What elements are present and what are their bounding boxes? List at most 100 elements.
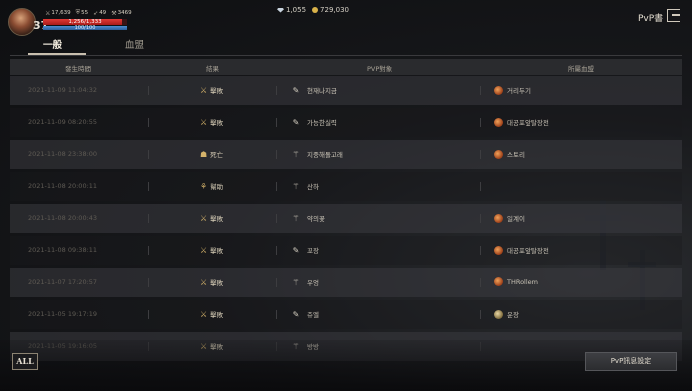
row-guild-name: 운장 [507, 311, 519, 319]
row-target-name: 현재나지금 [307, 87, 337, 95]
tab-general[interactable]: 一般 [43, 37, 62, 51]
row-time: 2021-11-09 11:04:32 [28, 86, 98, 94]
row-target[interactable]: ✎ 꼬장 [291, 245, 319, 256]
row-target[interactable]: ✎ 가능한실력 [291, 117, 337, 128]
row-guild[interactable]: 대공포앞탈장전 [494, 245, 549, 255]
row-target[interactable]: ✎ 쥬엘 [291, 309, 319, 320]
bow-icon: ⚚ [292, 181, 300, 191]
column-separator [148, 278, 149, 287]
diamond-counter: 1,055 [277, 6, 306, 14]
swords-icon: ⚔ [200, 213, 208, 223]
row-target[interactable]: ⚚ 우엉 [291, 277, 319, 288]
bow-icon: ⚚ [292, 149, 300, 159]
bow-icon: ⚚ [292, 213, 300, 223]
tab-blood-alliance[interactable]: 血盟 [125, 37, 144, 51]
column-separator [148, 246, 149, 255]
guild-emblem-icon [494, 117, 503, 127]
row-guild-name: 대공포앞탈장전 [507, 247, 549, 255]
row-time: 2021-11-07 17:20:57 [28, 278, 98, 286]
skull-icon: ☗ [200, 149, 208, 159]
column-separator [480, 150, 481, 159]
row-guild[interactable]: 대공포앞탈장전 [494, 117, 549, 127]
diamond-icon [277, 7, 284, 13]
stat-item: ➶ 49 [93, 9, 106, 17]
column-separator [480, 278, 481, 287]
row-time: 2021-11-09 08:20:55 [28, 118, 98, 126]
mp-text: 100/100 [74, 25, 96, 31]
row-result: ⚔擊敗 [200, 309, 224, 320]
header-target: PVP對象 [367, 65, 393, 73]
table-row[interactable]: 2021-11-08 09:38:11 ⚔ 擊敗 ✎ 꼬장 대공포앞탈장전 [10, 236, 682, 265]
column-separator [480, 310, 481, 319]
stat-item: ⚒ 3469 [111, 9, 131, 17]
guild-emblem-icon [494, 245, 503, 255]
dagger-icon: ✎ [292, 245, 300, 255]
header-guild: 所屬血盟 [568, 65, 594, 73]
table-row[interactable]: 2021-11-09 11:04:32 ⚔ 擊敗 ✎ 현재나지금 거리두기 [10, 76, 682, 105]
bow-icon: ⚚ [292, 277, 300, 287]
guild-emblem-icon [494, 149, 503, 159]
row-guild-name: THRollem [507, 277, 539, 286]
row-target[interactable]: ✎ 현재나지금 [291, 85, 337, 96]
stat-item: ⚔ 17,639 [45, 9, 71, 17]
column-separator [276, 118, 277, 127]
row-time: 2021-11-05 19:17:19 [28, 310, 98, 318]
moon-emblem-icon [494, 309, 503, 319]
table-row[interactable]: 2021-11-05 19:17:19 ⚔ 擊敗 ✎ 쥬엘 운장 [10, 300, 682, 329]
column-separator [480, 246, 481, 255]
row-target-name: 꼬장 [307, 247, 319, 255]
row-result-label: 擊敗 [210, 215, 224, 223]
row-target[interactable]: ⚚ 지중해돌고래 [291, 149, 343, 160]
row-guild[interactable]: THRollem [494, 277, 538, 286]
column-separator [148, 118, 149, 127]
row-guild-name: 대공포앞탈장전 [507, 119, 549, 127]
row-target-name: 약의꽃 [307, 215, 325, 223]
table-row[interactable]: 2021-11-08 23:38:00 ☗ 死亡 ⚚ 지중해돌고래 스토리 [10, 140, 682, 169]
swords-icon: ⚔ [200, 309, 208, 319]
table-row[interactable]: 2021-11-07 17:20:57 ⚔ 擊敗 ⚚ 우엉 THRollem [10, 268, 682, 297]
row-guild[interactable]: 스토리 [494, 149, 525, 159]
exit-icon[interactable] [667, 9, 680, 22]
power-icon: ⚒ [111, 9, 117, 17]
column-separator [276, 246, 277, 255]
column-separator [480, 214, 481, 223]
row-result: ⚔擊敗 [200, 117, 223, 128]
row-guild[interactable]: 일계이 [494, 213, 525, 223]
stat-value: 49 [99, 10, 107, 16]
table-row[interactable]: 2021-11-09 08:20:55 ⚔ 擊敗 ✎ 가능한실력 대공포앞탈장전 [10, 108, 682, 137]
player-avatar[interactable] [8, 8, 36, 36]
diamond-amount: 1,055 [286, 6, 307, 14]
row-result: ⚔擊敗 [200, 85, 223, 96]
row-time: 2021-11-08 09:38:11 [28, 246, 98, 254]
column-separator [480, 86, 481, 95]
row-target-name: 우엉 [307, 279, 319, 287]
row-target-name: 쥬엘 [307, 311, 319, 319]
row-target-name: 지중해돌고래 [307, 151, 343, 159]
gold-coin-icon [312, 7, 319, 13]
column-separator [148, 214, 149, 223]
stat-item: ⛨ 55 [76, 9, 89, 17]
row-target[interactable]: ⚚ 산하 [291, 181, 319, 192]
row-target-name: 산하 [307, 183, 319, 191]
row-result-label: 擊敗 [210, 247, 224, 255]
column-separator [480, 118, 481, 127]
tab-divider [10, 55, 682, 56]
defense-icon: ⛨ [75, 9, 81, 16]
all-filter-button[interactable]: ALL [12, 353, 38, 370]
dagger-icon: ✎ [292, 85, 300, 95]
swords-icon: ⚔ [200, 277, 208, 287]
row-result-label: 擊敗 [210, 311, 224, 319]
row-time: 2021-11-08 20:00:43 [28, 214, 98, 222]
row-guild[interactable]: 운장 [494, 309, 519, 319]
table-row[interactable]: 2021-11-08 20:00:43 ⚔ 擊敗 ⚚ 약의꽃 일계이 [10, 204, 682, 233]
hit-icon: ➶ [93, 9, 99, 17]
table-row[interactable]: 2021-11-08 20:00:11 ⚘ 幫助 ⚚ 산하 [10, 172, 682, 201]
mp-bar: 100/100 [43, 25, 127, 31]
guild-emblem-icon [494, 213, 503, 223]
column-separator [276, 310, 277, 319]
row-guild[interactable]: 거리두기 [494, 85, 531, 95]
row-target[interactable]: ⚚ 약의꽃 [291, 213, 325, 224]
pvp-settings-button[interactable]: PvP訊息設定 [585, 352, 677, 371]
column-separator [276, 86, 277, 95]
player-stats: ⚔ 17,639 ⛨ 55 ➶ 49 ⚒ 3469 [45, 9, 132, 17]
